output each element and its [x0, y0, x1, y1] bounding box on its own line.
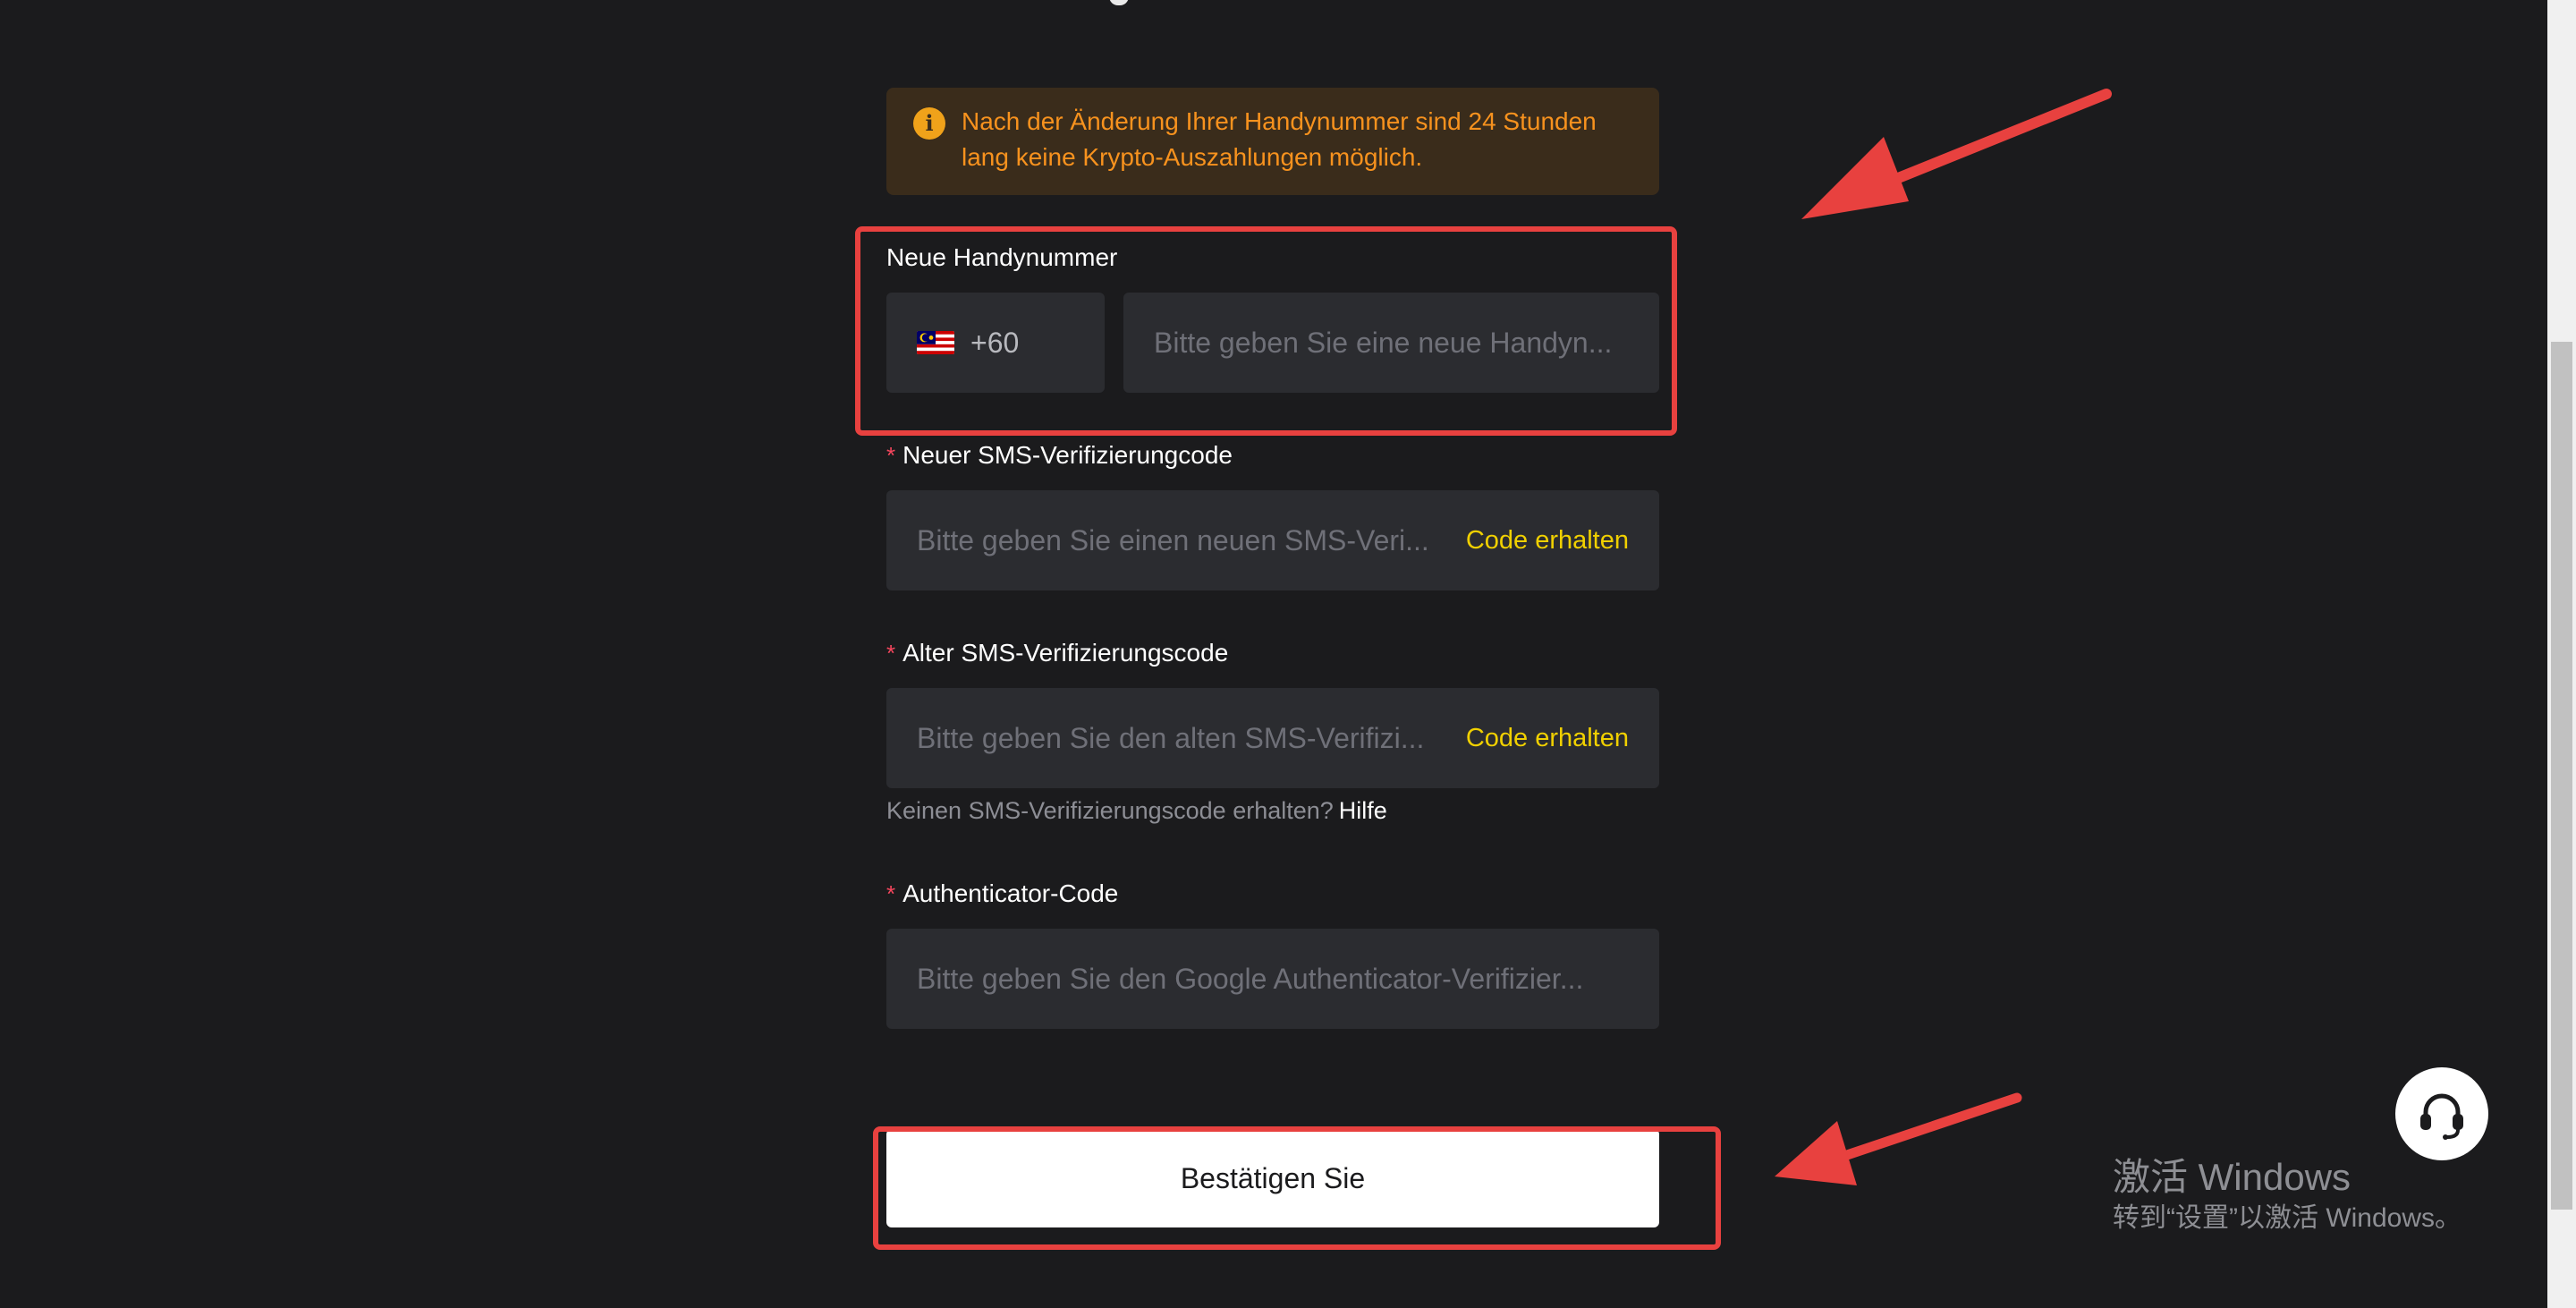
required-mark: *: [886, 640, 896, 667]
authenticator-placeholder: Bitte geben Sie den Google Authenticator…: [917, 963, 1584, 995]
country-code-select[interactable]: +60: [886, 293, 1105, 393]
new-sms-code-input[interactable]: Bitte geben Sie einen neuen SMS-Veri... …: [886, 490, 1659, 590]
support-chat-button[interactable]: [2395, 1067, 2488, 1160]
old-sms-code-input[interactable]: Bitte geben Sie den alten SMS-Verifizi..…: [886, 688, 1659, 788]
old-sms-get-code-button[interactable]: Code erhalten: [1466, 688, 1629, 788]
scrollbar-thumb[interactable]: [2551, 342, 2572, 1210]
confirm-button[interactable]: Bestätigen Sie: [886, 1129, 1659, 1227]
annotation-arrow-top: [1801, 89, 2112, 219]
warning-notice-line-1: Nach der Änderung Ihrer Handynummer sind…: [962, 107, 1597, 135]
windows-activation-hint: 转到“设置”以激活 Windows。: [2113, 1203, 2462, 1233]
required-mark: *: [886, 880, 896, 907]
new-phone-input[interactable]: Bitte geben Sie eine neue Handyn...: [1123, 293, 1659, 393]
new-sms-label-text: Neuer SMS-Verifizierungcode: [902, 441, 1233, 469]
new-phone-label: Neue Handynummer: [886, 243, 1118, 271]
authenticator-code-input[interactable]: Bitte geben Sie den Google Authenticator…: [886, 929, 1659, 1029]
page: i Nach der Änderung Ihrer Handynummer si…: [0, 0, 2576, 1308]
new-sms-label: * Neuer SMS-Verifizierungcode: [886, 439, 1233, 471]
authenticator-label: * Authenticator-Code: [886, 878, 1118, 910]
new-phone-placeholder: Bitte geben Sie eine neue Handyn...: [1154, 327, 1613, 359]
country-dial-code: +60: [970, 327, 1020, 359]
annotation-arrow-bottom: [1775, 1092, 2022, 1185]
sms-help-text: Keinen SMS-Verifizierungscode erhalten?: [886, 797, 1334, 824]
old-sms-label-text: Alter SMS-Verifizierungscode: [902, 639, 1229, 667]
required-mark: *: [886, 442, 896, 469]
page-title-fragment: [1109, 0, 1129, 5]
old-sms-label: * Alter SMS-Verifizierungscode: [886, 637, 1228, 669]
help-link[interactable]: Hilfe: [1339, 797, 1387, 824]
warning-notice-line-2: lang keine Krypto-Auszahlungen möglich.: [962, 143, 1423, 171]
old-sms-placeholder: Bitte geben Sie den alten SMS-Verifizi..…: [917, 722, 1425, 754]
windows-activation-title: 激活 Windows: [2113, 1156, 2351, 1198]
headset-icon: [2420, 1093, 2463, 1140]
malaysia-flag-icon: [917, 331, 954, 354]
sms-help-line: Keinen SMS-Verifizierungscode erhalten? H…: [886, 794, 1387, 827]
authenticator-label-text: Authenticator-Code: [902, 879, 1119, 907]
info-icon: i: [913, 107, 945, 140]
new-sms-placeholder: Bitte geben Sie einen neuen SMS-Veri...: [917, 524, 1429, 556]
warning-notice: i Nach der Änderung Ihrer Handynummer si…: [886, 88, 1659, 195]
warning-notice-text: Nach der Änderung Ihrer Handynummer sind…: [962, 104, 1641, 175]
new-sms-get-code-button[interactable]: Code erhalten: [1466, 490, 1629, 590]
